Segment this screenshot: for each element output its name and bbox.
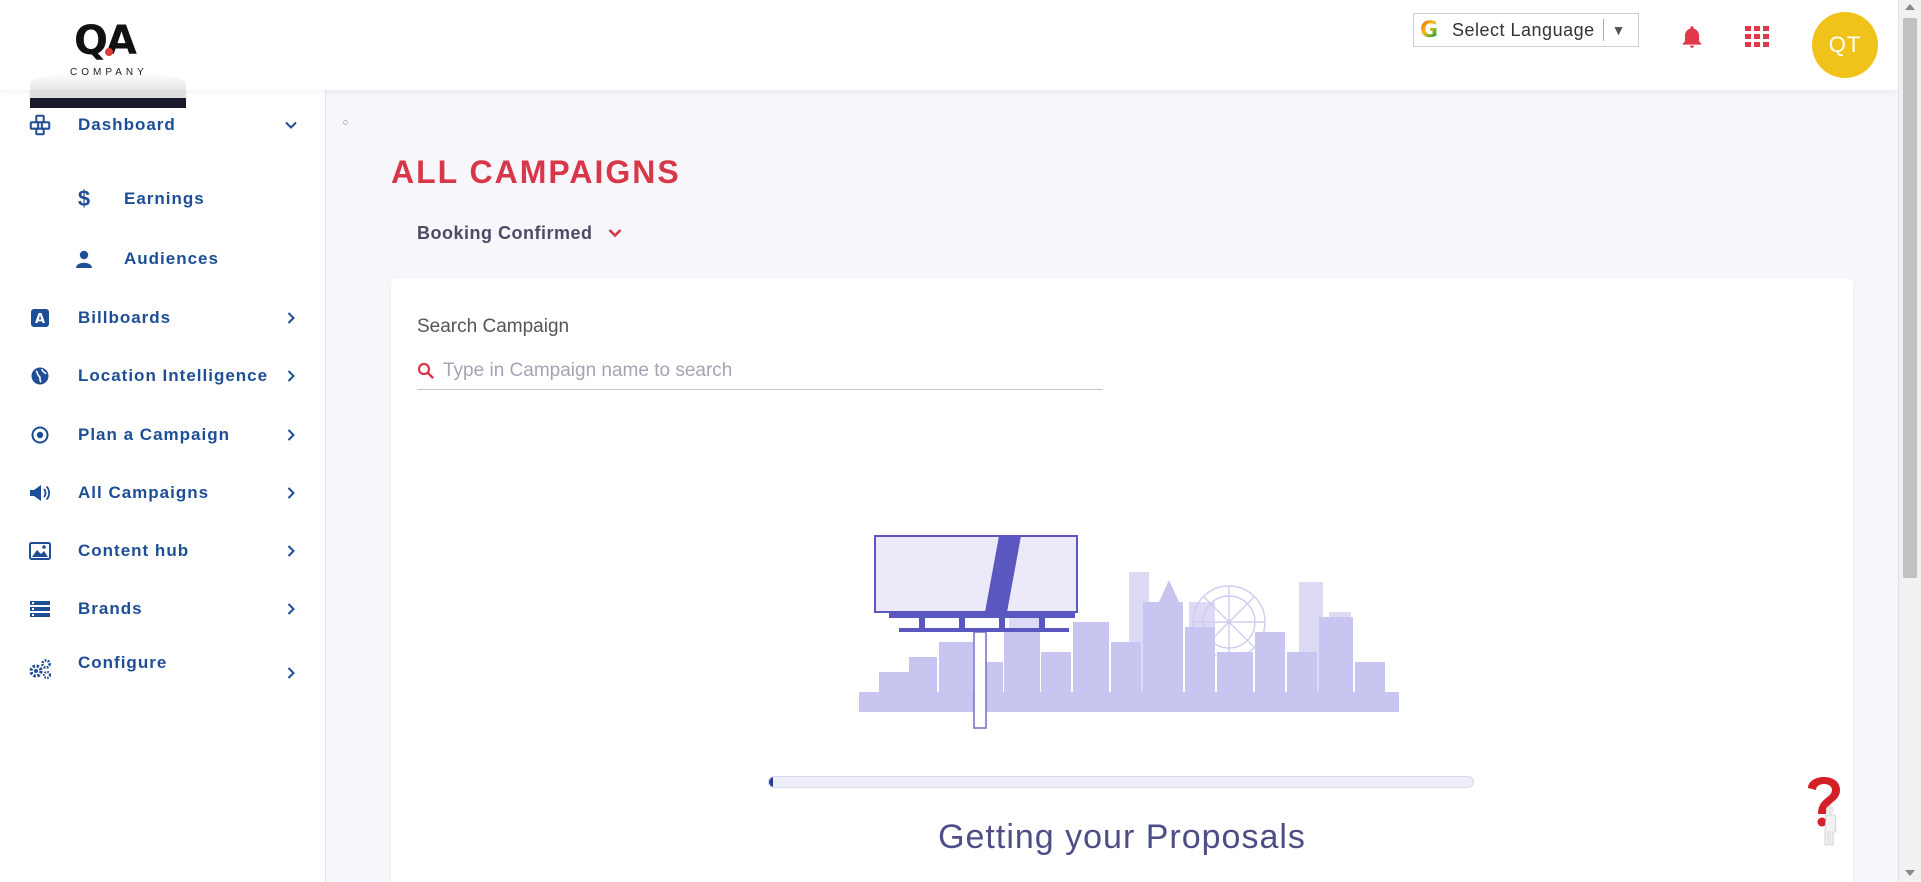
sidebar-item-label: Dashboard [78,115,176,134]
status-filter-label: Booking Confirmed [417,222,593,243]
help-question-icon[interactable] [1800,770,1846,846]
search-input[interactable] [443,359,1083,382]
logo-banner [30,98,186,108]
search-icon [417,362,434,379]
scroll-down-arrow-icon[interactable] [1905,870,1915,876]
sidebar-item-label: Brands [78,599,143,618]
sidebar-item-label: Earnings [124,189,205,208]
sidebar-item-label: Content hub [78,541,190,560]
scrollbar-thumb[interactable] [1903,18,1917,578]
page-title: ALL CAMPAIGNS [391,154,681,190]
logo-mark: QA [74,18,137,64]
sidebar-item-label: Configure [78,653,168,672]
sidebar-item-audiences[interactable]: Audiences [0,239,326,279]
globe-icon [28,364,52,388]
bell-icon[interactable] [1679,24,1705,50]
chevron-down-icon [608,229,621,238]
loading-progress-bar [768,776,1474,788]
google-icon: G [1420,18,1446,43]
breadcrumb-dot [343,120,348,125]
target-icon [28,423,52,447]
chevron-right-icon [287,603,295,615]
sidebar: Dashboard $ Earnings Audiences A Billboa… [0,90,326,882]
sidebar-item-brands[interactable]: Brands [0,589,326,629]
svg-text:A: A [35,312,45,327]
sidebar-item-location-intelligence[interactable]: Location Intelligence [0,356,326,396]
megaphone-icon [28,481,52,505]
language-select-label: Select Language [1452,19,1595,40]
loading-text: Getting your Proposals [938,818,1306,856]
chevron-right-icon [287,487,295,499]
page-scrollbar[interactable] [1898,0,1921,882]
sidebar-item-all-campaigns[interactable]: All Campaigns [0,473,326,513]
logo-subtext: COMPANY [70,67,148,78]
sidebar-item-billboards[interactable]: A Billboards [0,298,326,338]
language-separator [1602,19,1604,41]
language-select[interactable]: G Select Language ▼ [1413,13,1639,47]
dashboard-icon [28,113,52,137]
scroll-up-arrow-icon[interactable] [1905,4,1915,10]
sidebar-item-content-hub[interactable]: Content hub [0,531,326,571]
sidebar-item-configure[interactable]: Configure [0,643,326,683]
user-avatar[interactable]: QT [1812,12,1878,78]
status-filter-dropdown[interactable]: Booking Confirmed [417,220,623,246]
campaigns-card: Search Campaign Type in Campaign name to… [391,278,1853,882]
search-label: Search Campaign [417,316,570,337]
sidebar-item-label: Location Intelligence [78,366,269,385]
dollar-icon: $ [77,186,91,211]
apps-grid-icon[interactable] [1745,26,1769,47]
chevron-right-icon [287,545,295,557]
chevron-right-icon [287,312,295,324]
top-header: QA COMPANY G Select Language ▼ QT [0,0,1898,108]
sidebar-item-label: Audiences [124,249,219,268]
chevron-down-icon [285,121,297,129]
user-icon [72,247,96,271]
sidebar-item-dashboard[interactable]: Dashboard [0,105,326,145]
company-logo[interactable]: QA COMPANY [30,10,186,108]
image-icon [28,539,52,563]
chevron-right-icon [287,429,295,441]
brands-icon [28,597,52,621]
chevron-right-icon [287,667,295,679]
sidebar-item-label: All Campaigns [78,483,210,502]
sidebar-item-earnings[interactable]: $ Earnings [0,179,326,219]
dropdown-arrow-icon: ▼ [1611,22,1626,38]
sidebar-item-label: Plan a Campaign [78,425,230,444]
sidebar-item-label: Billboards [78,308,172,327]
search-field[interactable] [417,352,1103,390]
gears-icon [28,657,52,681]
billboard-icon: A [28,306,52,330]
billboard-city-illustration [859,535,1399,729]
loading-progress-fill [769,777,773,787]
chevron-right-icon [287,370,295,382]
sidebar-item-plan-a-campaign[interactable]: Plan a Campaign [0,415,326,455]
